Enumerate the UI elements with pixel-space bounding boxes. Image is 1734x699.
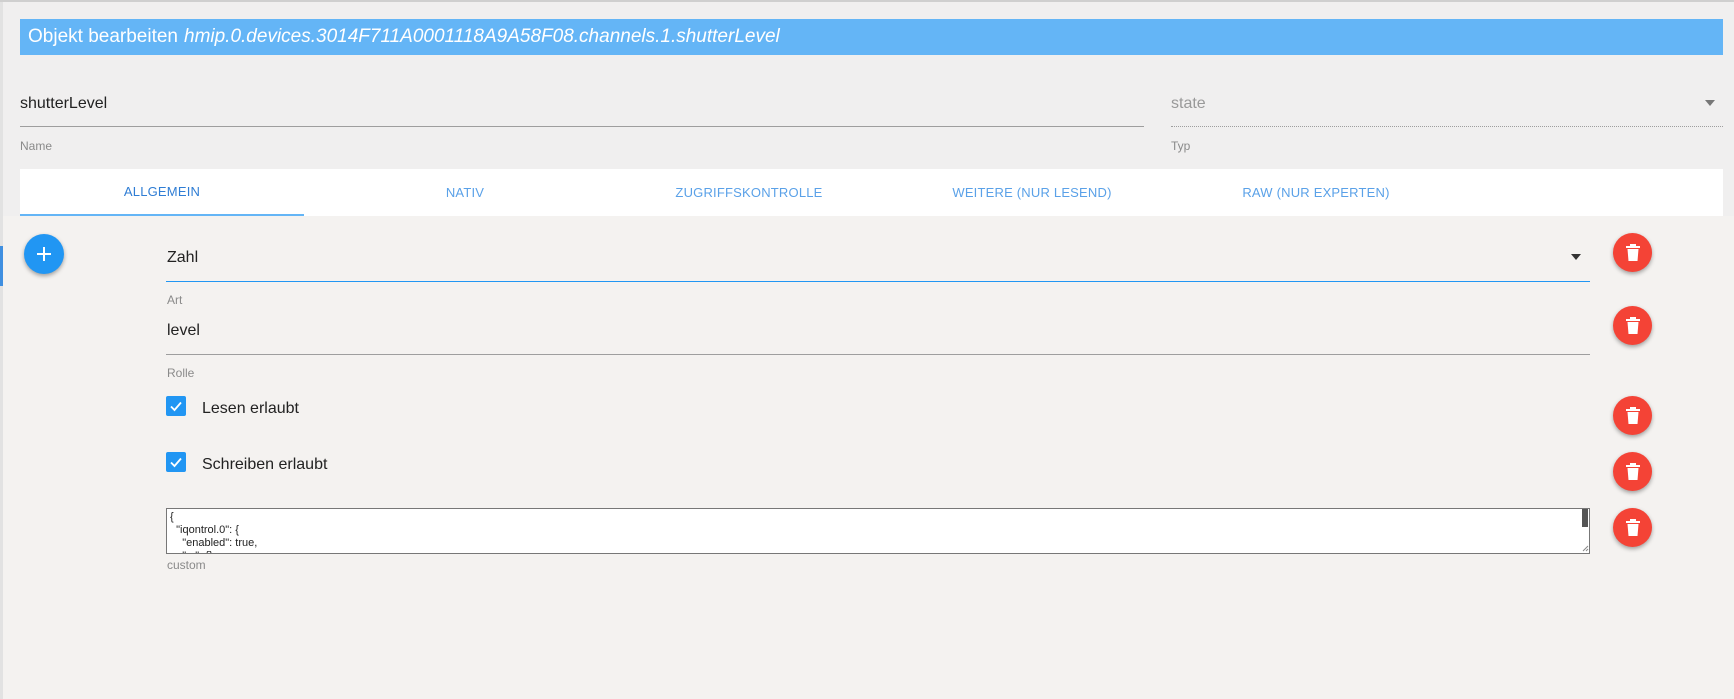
- name-input[interactable]: shutterLevel: [20, 95, 107, 113]
- type-label: Typ: [1171, 139, 1191, 153]
- tab-allgemein[interactable]: ALLGEMEIN: [20, 169, 304, 216]
- add-button[interactable]: [24, 234, 64, 274]
- tab-nativ[interactable]: NATIV: [323, 169, 607, 216]
- custom-label: custom: [167, 558, 206, 572]
- tab-raw[interactable]: RAW (NUR EXPERTEN): [1174, 169, 1458, 216]
- read-allowed-label: Lesen erlaubt: [202, 400, 299, 417]
- tab-weitere[interactable]: WEITERE (NUR LESEND): [890, 169, 1174, 216]
- chevron-down-icon[interactable]: [1705, 100, 1715, 106]
- read-allowed-checkbox[interactable]: [166, 396, 186, 416]
- delete-art-button[interactable]: [1613, 233, 1652, 272]
- textarea-scrollbar[interactable]: [1582, 509, 1588, 527]
- write-allowed-checkbox[interactable]: [166, 452, 186, 472]
- top-border: [0, 0, 1734, 2]
- tab-zugriffskontrolle[interactable]: ZUGRIFFSKONTROLLE: [607, 169, 891, 216]
- rolle-input-underline: [166, 354, 1590, 355]
- type-select-underline: [1171, 126, 1723, 127]
- delete-write-button[interactable]: [1613, 452, 1652, 491]
- art-select-underline: [166, 281, 1590, 282]
- rolle-input[interactable]: level: [167, 322, 200, 340]
- dialog-title-bar: Objekt bearbeiten hmip.0.devices.3014F71…: [20, 19, 1723, 55]
- name-label: Name: [20, 139, 53, 153]
- trash-icon: [1625, 518, 1640, 536]
- plus-icon: [37, 247, 51, 261]
- name-input-underline: [20, 126, 1144, 127]
- checkmark-icon: [170, 401, 182, 412]
- art-label: Art: [167, 293, 183, 307]
- trash-icon: [1625, 462, 1640, 480]
- tab-bar: ALLGEMEIN NATIV ZUGRIFFSKONTROLLE WEITER…: [20, 169, 1723, 216]
- custom-json-textarea[interactable]: { "iqontrol.0": { "enabled": true, "..."…: [166, 508, 1590, 554]
- art-select[interactable]: Zahl: [167, 249, 198, 267]
- dialog-object-id: hmip.0.devices.3014F711A0001118A9A58F08.…: [184, 26, 780, 47]
- trash-icon: [1625, 243, 1640, 261]
- delete-custom-button[interactable]: [1613, 508, 1652, 547]
- delete-rolle-button[interactable]: [1613, 306, 1652, 345]
- resize-grip-icon[interactable]: [1582, 545, 1589, 552]
- dialog-title-prefix: Objekt bearbeiten: [28, 26, 178, 47]
- write-allowed-label: Schreiben erlaubt: [202, 456, 328, 473]
- type-select[interactable]: state: [1171, 95, 1206, 113]
- caret-down-icon[interactable]: [1571, 254, 1581, 260]
- checkmark-icon: [170, 457, 182, 468]
- trash-icon: [1625, 316, 1640, 334]
- delete-read-button[interactable]: [1613, 396, 1652, 435]
- rolle-label: Rolle: [167, 366, 195, 380]
- trash-icon: [1625, 406, 1640, 424]
